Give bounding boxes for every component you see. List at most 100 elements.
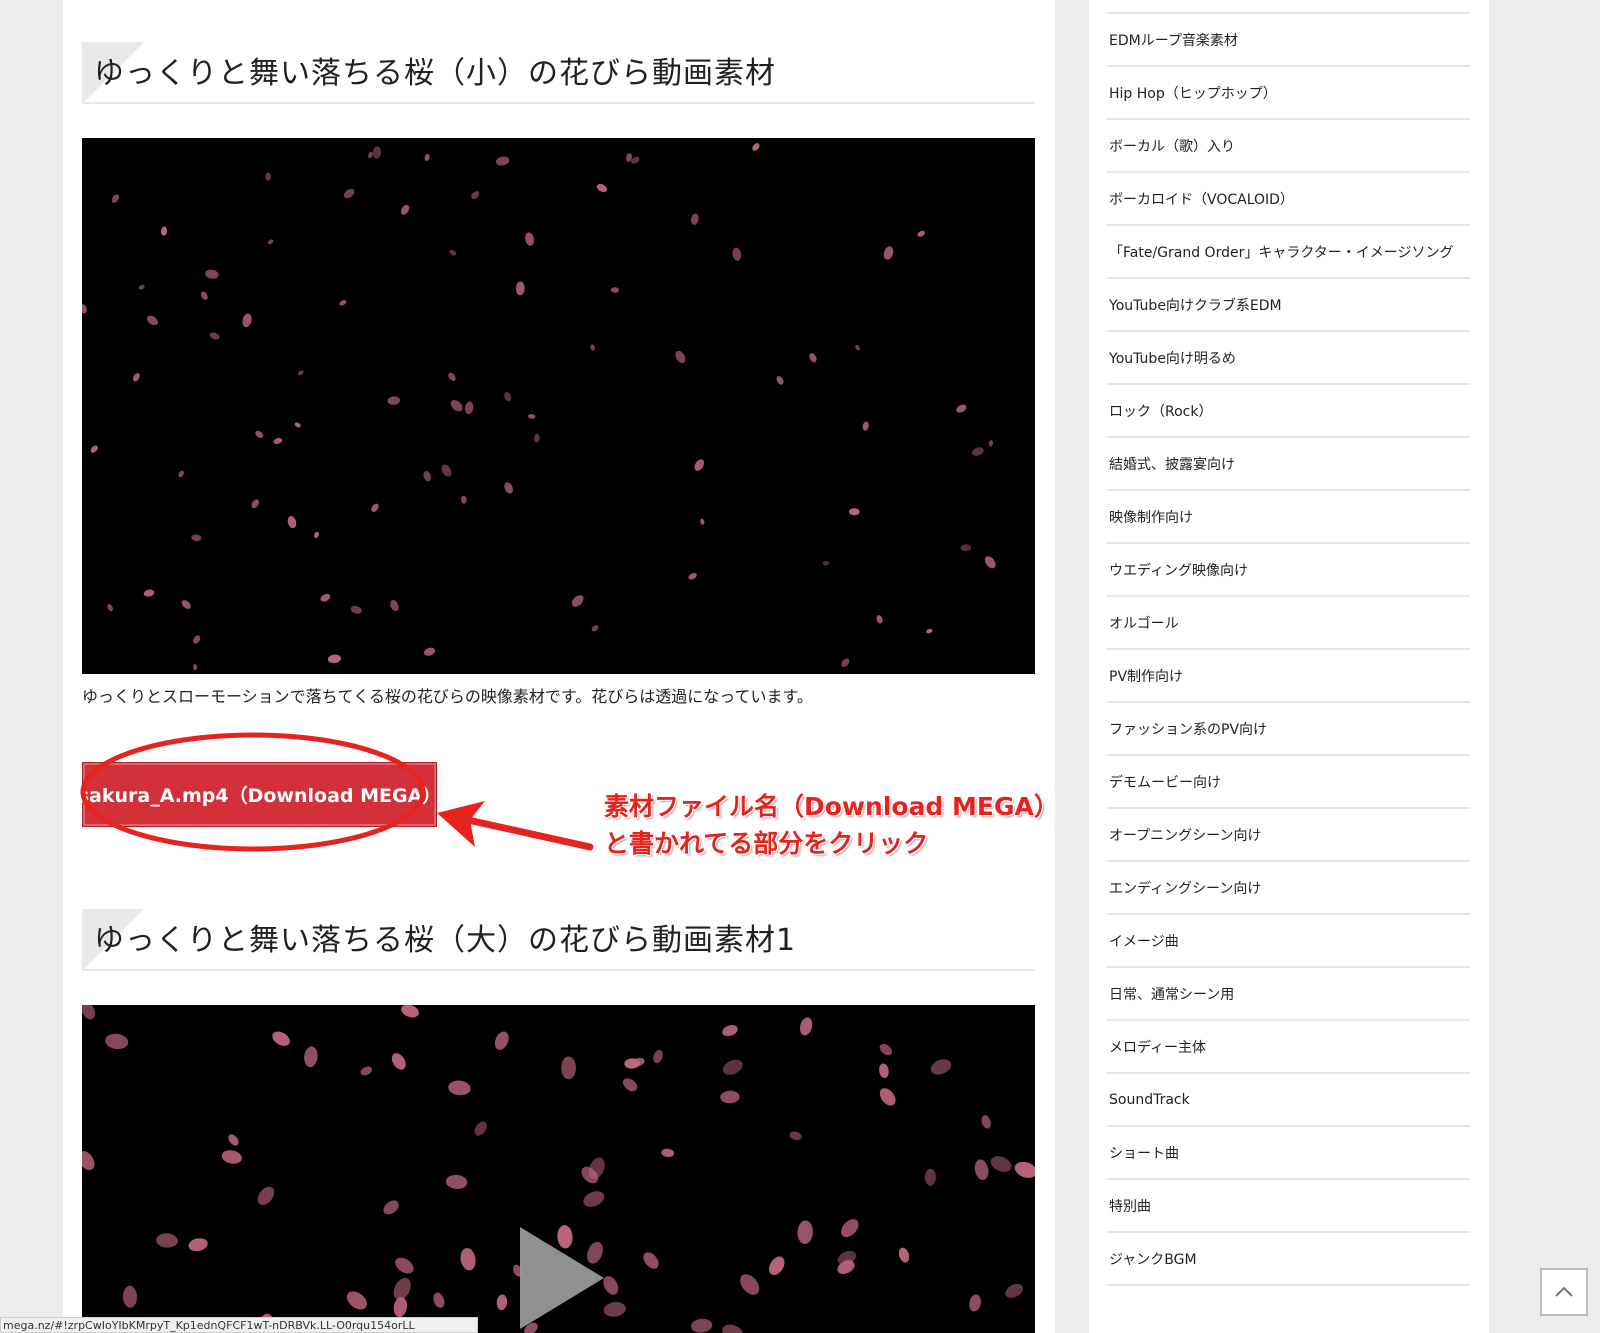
- sidebar-category-item[interactable]: オープニングシーン向け: [1107, 809, 1470, 862]
- petal: [960, 544, 972, 552]
- sidebar-category-label: デモムービー向け: [1109, 774, 1221, 791]
- sidebar-category-item[interactable]: YouTube向けクラブ系EDM: [1107, 279, 1470, 332]
- petal: [879, 1043, 893, 1056]
- sidebar-category-label: 「Fate/Grand Order」キャラクター・イメージソング: [1109, 244, 1454, 261]
- petal: [133, 373, 140, 382]
- petal: [590, 344, 595, 351]
- petal: [272, 1031, 290, 1046]
- sidebar-category-item[interactable]: ウエディング映像向け: [1107, 544, 1470, 597]
- sidebar-category-item[interactable]: エンディングシーン向け: [1107, 862, 1470, 915]
- petal: [496, 1294, 508, 1311]
- petal: [971, 447, 984, 456]
- sidebar-category-label: 結婚式、披露宴向け: [1109, 456, 1235, 473]
- petal: [917, 230, 925, 237]
- video-player-small-petals[interactable]: [82, 138, 1035, 674]
- petal: [146, 315, 158, 326]
- sidebar-category-item[interactable]: ショート曲: [1107, 1127, 1470, 1180]
- sidebar-category-item[interactable]: Hip Hop（ヒップホップ）: [1107, 67, 1470, 120]
- section-title: ゆっくりと舞い落ちる桜（大）の花びら動画素材1: [82, 909, 1035, 971]
- sidebar-category-item[interactable]: メロディー主体: [1107, 1021, 1470, 1074]
- petal: [350, 605, 362, 614]
- petal: [533, 434, 540, 443]
- petal: [273, 437, 283, 445]
- petal: [441, 464, 452, 477]
- petal: [460, 1247, 476, 1271]
- sidebar-category-item[interactable]: 日常、通常シーン用: [1107, 968, 1470, 1021]
- download-mega-button[interactable]: sakura_A.mp4（Download MEGA）: [78, 762, 441, 827]
- sidebar-category-item[interactable]: YouTube向け明るめ: [1107, 332, 1470, 385]
- petal: [956, 404, 967, 413]
- petal: [160, 226, 168, 236]
- petal: [822, 560, 830, 566]
- annotation-line-2: と書かれてる部分をクリック: [604, 829, 929, 858]
- petal: [504, 391, 512, 402]
- petal: [257, 1186, 275, 1205]
- sidebar-category-item[interactable]: 特別曲: [1107, 1180, 1470, 1233]
- chevron-up-icon: [1555, 1286, 1573, 1297]
- petal: [691, 1318, 713, 1333]
- sidebar-category-label: 日常、通常シーン用: [1109, 986, 1235, 1003]
- petal: [561, 1056, 576, 1080]
- petal: [433, 1292, 445, 1308]
- sidebar-category-label: YouTube向け明るめ: [1109, 350, 1236, 367]
- petal: [387, 396, 401, 405]
- petal: [448, 1080, 471, 1096]
- sidebar-category-item[interactable]: ジャンクBGM: [1107, 1233, 1470, 1286]
- petal: [841, 658, 850, 667]
- petal: [571, 595, 584, 607]
- sidebar-category-item[interactable]: 映像制作向け: [1107, 491, 1470, 544]
- sidebar-category-label: ウエディング映像向け: [1109, 562, 1249, 579]
- petal: [371, 503, 379, 512]
- sidebar-category-label: SoundTrack: [1109, 1091, 1190, 1108]
- petal: [156, 1233, 178, 1248]
- sidebar-category-item[interactable]: 「Fate/Grand Order」キャラクター・イメージソング: [1107, 226, 1470, 279]
- sidebar-category-item[interactable]: 結婚式、披露宴向け: [1107, 438, 1470, 491]
- petal: [339, 300, 347, 306]
- petal: [722, 1025, 738, 1037]
- petal: [178, 470, 184, 478]
- petal: [191, 534, 202, 542]
- petal: [391, 1053, 406, 1070]
- petal: [474, 1121, 487, 1136]
- petal: [883, 246, 894, 260]
- petal: [188, 1238, 208, 1252]
- sidebar-category-label: EDMループ音楽素材: [1109, 32, 1238, 49]
- petal: [610, 287, 619, 293]
- video-player-large-petals[interactable]: [82, 1005, 1035, 1333]
- petal: [423, 647, 436, 656]
- sidebar-category-item[interactable]: イメージ曲: [1107, 915, 1470, 968]
- petal: [138, 284, 145, 290]
- petal: [193, 635, 201, 644]
- sidebar-category-item[interactable]: SoundTrack: [1107, 1074, 1470, 1127]
- petal: [789, 1131, 802, 1141]
- petal: [265, 172, 271, 181]
- sidebar-category-item[interactable]: ボーカロイド（VOCALOID）: [1107, 173, 1470, 226]
- petal: [525, 232, 535, 246]
- sidebar-category-item[interactable]: ファッション系のPV向け: [1107, 703, 1470, 756]
- petal: [209, 332, 220, 340]
- sidebar-category-item[interactable]: ボーカル（歌）入り: [1107, 120, 1470, 173]
- link-status-bar: mega.nz/#!zrpCwIoYIbKMrpyT_Kp1ednQFCF1wT…: [0, 1317, 478, 1333]
- section-heading-large-sakura: ゆっくりと舞い落ちる桜（大）の花びら動画素材1: [94, 923, 797, 958]
- petal: [848, 508, 860, 516]
- play-icon[interactable]: [512, 1223, 612, 1333]
- sidebar-category-item[interactable]: PV制作向け: [1107, 650, 1470, 703]
- sidebar-category-item[interactable]: EDMループ音楽素材: [1107, 14, 1470, 67]
- back-to-top-button[interactable]: [1540, 1268, 1588, 1316]
- sidebar-category-item[interactable]: ロック（Rock）: [1107, 385, 1470, 438]
- sidebar-category-label: YouTube向けクラブ系EDM: [1109, 297, 1282, 314]
- petal: [423, 470, 431, 482]
- petal: [1005, 1283, 1023, 1298]
- sidebar-category-item[interactable]: オルゴール: [1107, 597, 1470, 650]
- petal: [424, 153, 430, 161]
- petal: [988, 440, 994, 447]
- sidebar-category-label: ロック（Rock）: [1109, 403, 1213, 420]
- petal: [691, 213, 699, 225]
- petal: [876, 615, 883, 624]
- petal: [969, 1294, 981, 1312]
- petal: [841, 1219, 859, 1238]
- sidebar-category-item[interactable]: デモムービー向け: [1107, 756, 1470, 809]
- falling-petals-video-frame: [82, 143, 996, 671]
- petal: [346, 1291, 367, 1310]
- petal: [383, 1200, 399, 1215]
